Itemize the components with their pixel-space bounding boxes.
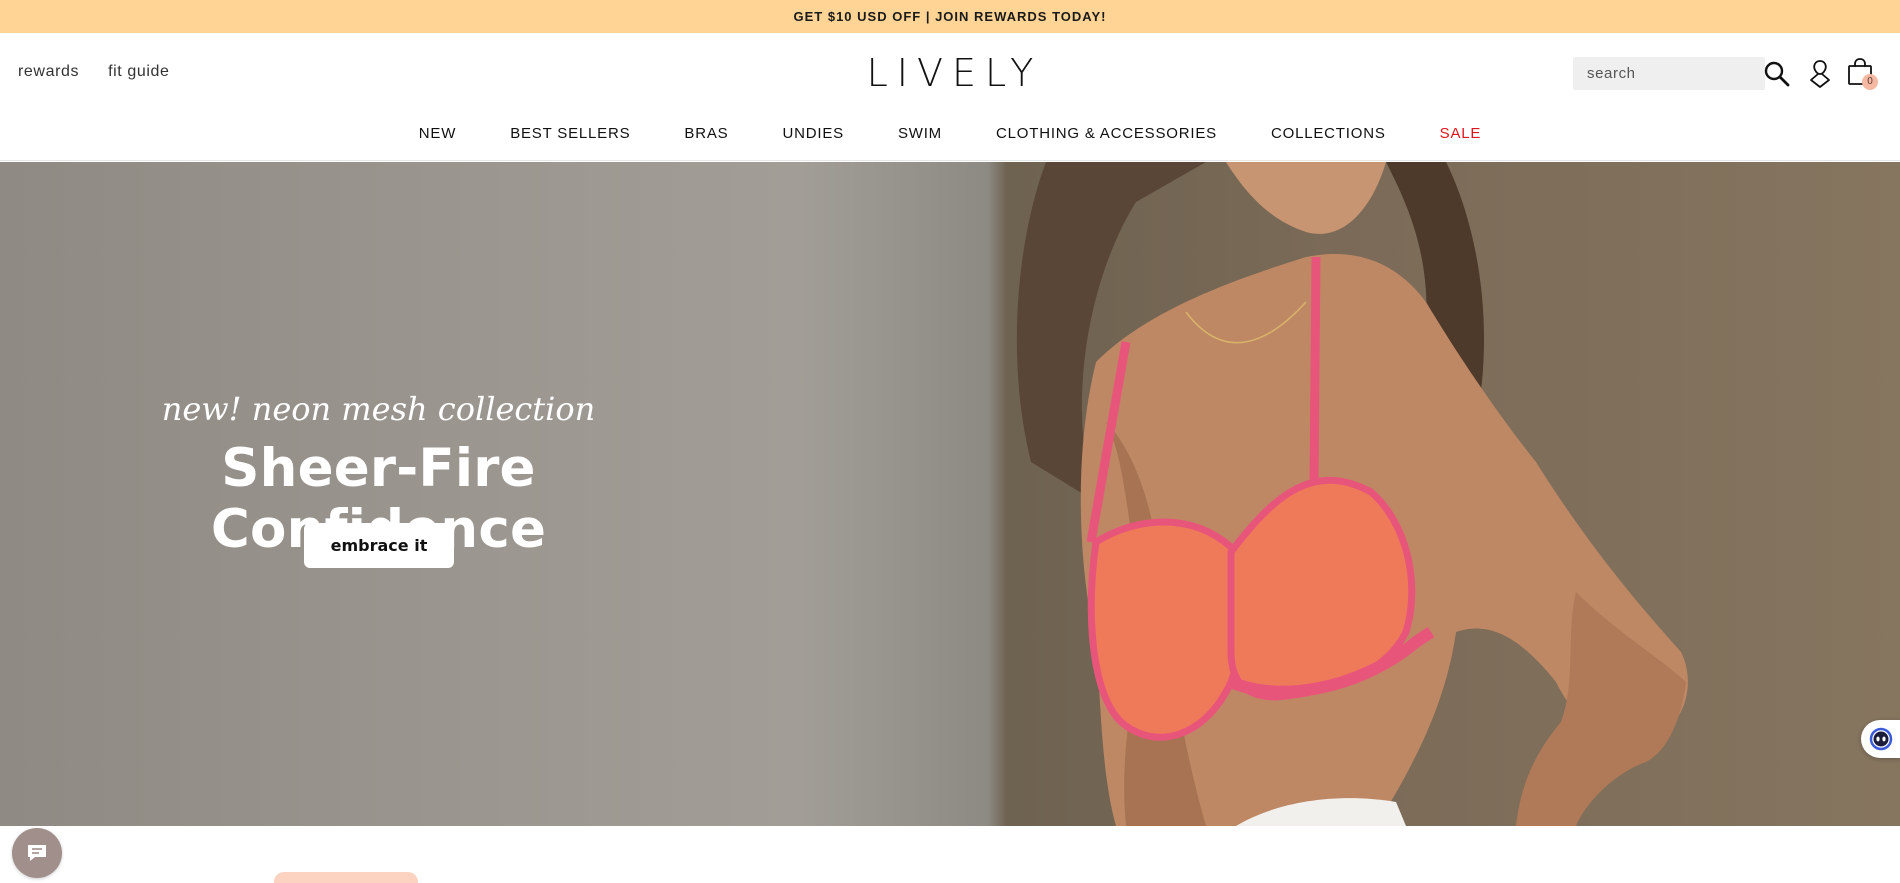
nav-clothing-accessories[interactable]: CLOTHING & ACCESSORIES [996,125,1217,142]
promo-banner[interactable]: GET $10 USD OFF | JOIN REWARDS TODAY! [0,0,1900,33]
search-icon[interactable] [1763,60,1791,88]
hero-model-image [1016,162,1688,826]
search-box [1573,57,1765,90]
chat-icon [28,845,46,861]
nav-undies[interactable]: UNDIES [782,125,843,142]
hero-eyebrow: new! neon mesh collection [161,390,596,428]
cart-count-badge: 0 [1862,74,1878,90]
main-nav: NEW BEST SELLERS BRAS UNDIES SWIM CLOTHI… [0,125,1900,142]
site-header: rewards fit guide LIVELY 0 NEW BEST SELL… [0,33,1900,161]
nav-new[interactable]: NEW [419,125,456,142]
nav-best-sellers[interactable]: BEST SELLERS [510,125,630,142]
nav-swim[interactable]: SWIM [898,125,942,142]
chat-button[interactable] [12,828,62,878]
section-pill [274,872,418,883]
nav-bras[interactable]: BRAS [684,125,728,142]
ai-assistant-icon [1869,727,1893,751]
nav-collections[interactable]: COLLECTIONS [1271,125,1386,142]
nav-sale[interactable]: SALE [1440,125,1482,142]
search-input[interactable] [1573,57,1723,90]
hero-banner[interactable]: new! neon mesh collection Sheer-Fire Con… [0,162,1900,826]
promo-text: GET $10 USD OFF | JOIN REWARDS TODAY! [793,9,1107,24]
ai-assistant-tab[interactable] [1861,720,1900,758]
embrace-it-button[interactable]: embrace it [304,523,454,568]
account-icon[interactable] [1808,58,1832,89]
